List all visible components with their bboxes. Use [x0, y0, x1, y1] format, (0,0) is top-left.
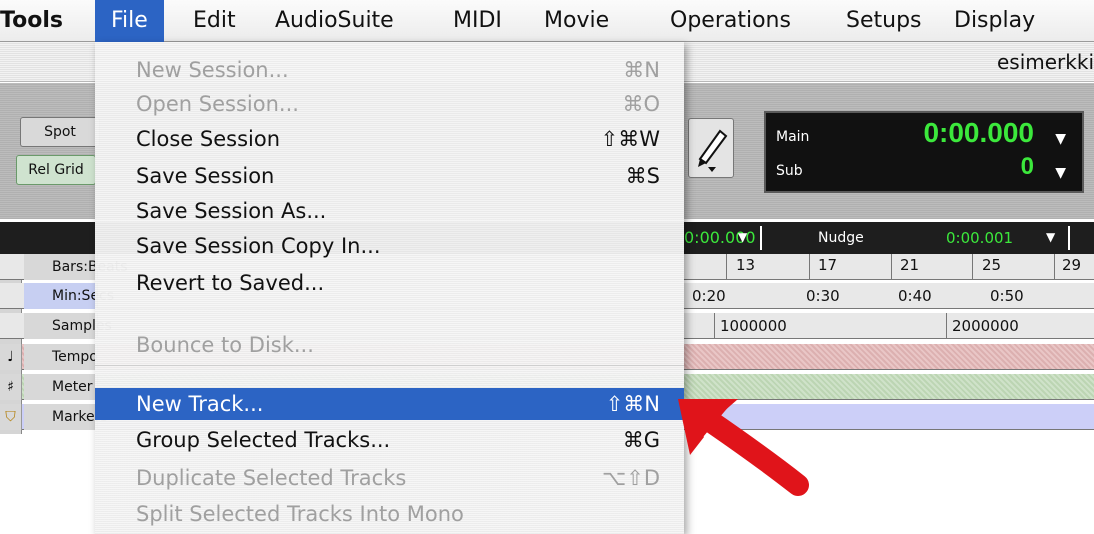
- nudge-label: Nudge: [818, 230, 864, 246]
- menu-operations[interactable]: Operations: [670, 5, 791, 37]
- menu-item-bounce-to-disk[interactable]: Bounce to Disk...: [95, 329, 684, 361]
- sub-counter-value: 0: [1020, 153, 1034, 180]
- main-counter-value: 0:00.000: [923, 117, 1034, 148]
- ruler-label: Tempo: [24, 344, 98, 370]
- menu-item-label: Group Selected Tracks...: [136, 428, 391, 452]
- bar-tick: 17: [818, 256, 838, 274]
- menu-item-new-track[interactable]: New Track... ⇧⌘N: [95, 388, 684, 420]
- menu-item-label: Save Session Copy In...: [136, 234, 381, 258]
- main-counter-label: Main: [776, 129, 810, 145]
- bar-tick: 13: [736, 256, 756, 274]
- menu-item-label: New Session...: [136, 58, 289, 82]
- main-counter[interactable]: Main 0:00.000 ▼ Sub 0 ▼: [764, 111, 1084, 193]
- min-tick: 0:40: [898, 287, 932, 305]
- menu-item-close-session[interactable]: Close Session ⇧⌘W: [95, 123, 684, 155]
- ruler-label: Min:Secs: [24, 283, 114, 309]
- divider: [1068, 226, 1070, 250]
- menu-item-shortcut: ⌘O: [622, 92, 660, 116]
- tick-line: [946, 313, 947, 339]
- menu-item-label: Open Session...: [136, 92, 299, 116]
- bar-tick: 21: [900, 256, 920, 274]
- chevron-down-icon[interactable]: ▼: [1046, 230, 1055, 244]
- menu-item-shortcut: ⌘N: [623, 58, 660, 82]
- window-title: esimerkki: [996, 50, 1094, 74]
- menu-setups[interactable]: Setups: [846, 5, 922, 37]
- menu-item-shortcut: ⌥⇧D: [602, 466, 660, 490]
- menu-display[interactable]: Display: [954, 5, 1035, 37]
- sub-counter-label: Sub: [776, 163, 803, 179]
- menu-separator: [95, 365, 684, 366]
- menu-item-label: Save Session As...: [136, 199, 327, 223]
- menu-item-label: Revert to Saved...: [136, 271, 325, 295]
- menu-item-shortcut: ⌘G: [622, 428, 660, 452]
- tick-line: [891, 254, 892, 280]
- meter-icon: ♯: [0, 374, 22, 400]
- tick-line: [714, 313, 715, 339]
- min-tick: 0:30: [806, 287, 840, 305]
- tick-line: [972, 254, 973, 280]
- menubar: Tools File Edit AudioSuite MIDI Movie Op…: [0, 0, 1094, 42]
- menu-item-save-session-copy-in[interactable]: Save Session Copy In...: [95, 230, 684, 262]
- min-tick: 0:50: [990, 287, 1024, 305]
- menu-edit[interactable]: Edit: [193, 5, 236, 37]
- pencil-tool-button[interactable]: [688, 118, 734, 178]
- menu-item-save-session[interactable]: Save Session ⌘S: [95, 160, 684, 192]
- menu-item-label: Bounce to Disk...: [136, 333, 314, 357]
- bar-tick: 29: [1062, 256, 1082, 274]
- pencil-icon: [698, 129, 728, 172]
- ruler-label: Samples: [24, 313, 112, 339]
- menu-item-save-session-as[interactable]: Save Session As...: [95, 195, 684, 227]
- divider: [760, 226, 762, 250]
- menu-item-revert-to-saved[interactable]: Revert to Saved...: [95, 267, 684, 299]
- menu-item-new-session[interactable]: New Session... ⌘N: [95, 54, 684, 86]
- menu-file[interactable]: File: [95, 0, 164, 42]
- menu-tools[interactable]: Tools: [0, 5, 63, 37]
- menu-item-label: New Track...: [136, 392, 264, 416]
- tick-line: [809, 254, 810, 280]
- menu-item-label: Split Selected Tracks Into Mono: [136, 502, 464, 526]
- spot-mode-button[interactable]: Spot: [20, 117, 100, 147]
- menu-item-shortcut: ⌘S: [625, 164, 660, 188]
- menu-item-shortcut: ⇧⌘W: [600, 127, 660, 151]
- menu-item-shortcut: ⇧⌘N: [605, 392, 660, 416]
- sample-tick: 1000000: [720, 317, 787, 335]
- menu-item-duplicate-selected-tracks[interactable]: Duplicate Selected Tracks ⌥⇧D: [95, 462, 684, 494]
- menu-audiosuite[interactable]: AudioSuite: [275, 5, 394, 37]
- menu-item-label: Duplicate Selected Tracks: [136, 466, 407, 490]
- ruler-label: Bars:Beats: [24, 254, 128, 280]
- menu-movie[interactable]: Movie: [544, 5, 609, 37]
- menu-item-open-session[interactable]: Open Session... ⌘O: [95, 88, 684, 120]
- menu-midi[interactable]: MIDI: [453, 5, 502, 37]
- chevron-down-icon[interactable]: ▼: [1055, 165, 1066, 181]
- menu-item-split-tracks-into-mono[interactable]: Split Selected Tracks Into Mono: [95, 498, 684, 530]
- menu-item-group-selected-tracks[interactable]: Group Selected Tracks... ⌘G: [95, 424, 684, 456]
- sample-tick: 2000000: [952, 317, 1019, 335]
- bar-tick: 25: [982, 256, 1002, 274]
- ruler-label: Meter: [24, 374, 98, 400]
- chevron-down-icon[interactable]: ▼: [738, 230, 747, 244]
- tick-line: [1054, 254, 1055, 280]
- chevron-down-icon[interactable]: ▼: [1055, 131, 1066, 147]
- tick-line: [726, 254, 727, 280]
- red-arrow-annotation: [678, 399, 809, 496]
- min-tick: 0:20: [692, 287, 726, 305]
- nudge-value[interactable]: 0:00.001: [946, 229, 1013, 247]
- ruler-label: Markers: [24, 404, 108, 430]
- file-menu-dropdown: New Session... ⌘N Open Session... ⌘O Clo…: [95, 42, 684, 534]
- menu-item-label: Save Session: [136, 164, 275, 188]
- marker-icon: ⛉: [0, 404, 22, 430]
- tempo-icon: ♩: [0, 344, 22, 370]
- menu-item-label: Close Session: [136, 127, 281, 151]
- rel-grid-mode-button[interactable]: Rel Grid: [16, 155, 96, 185]
